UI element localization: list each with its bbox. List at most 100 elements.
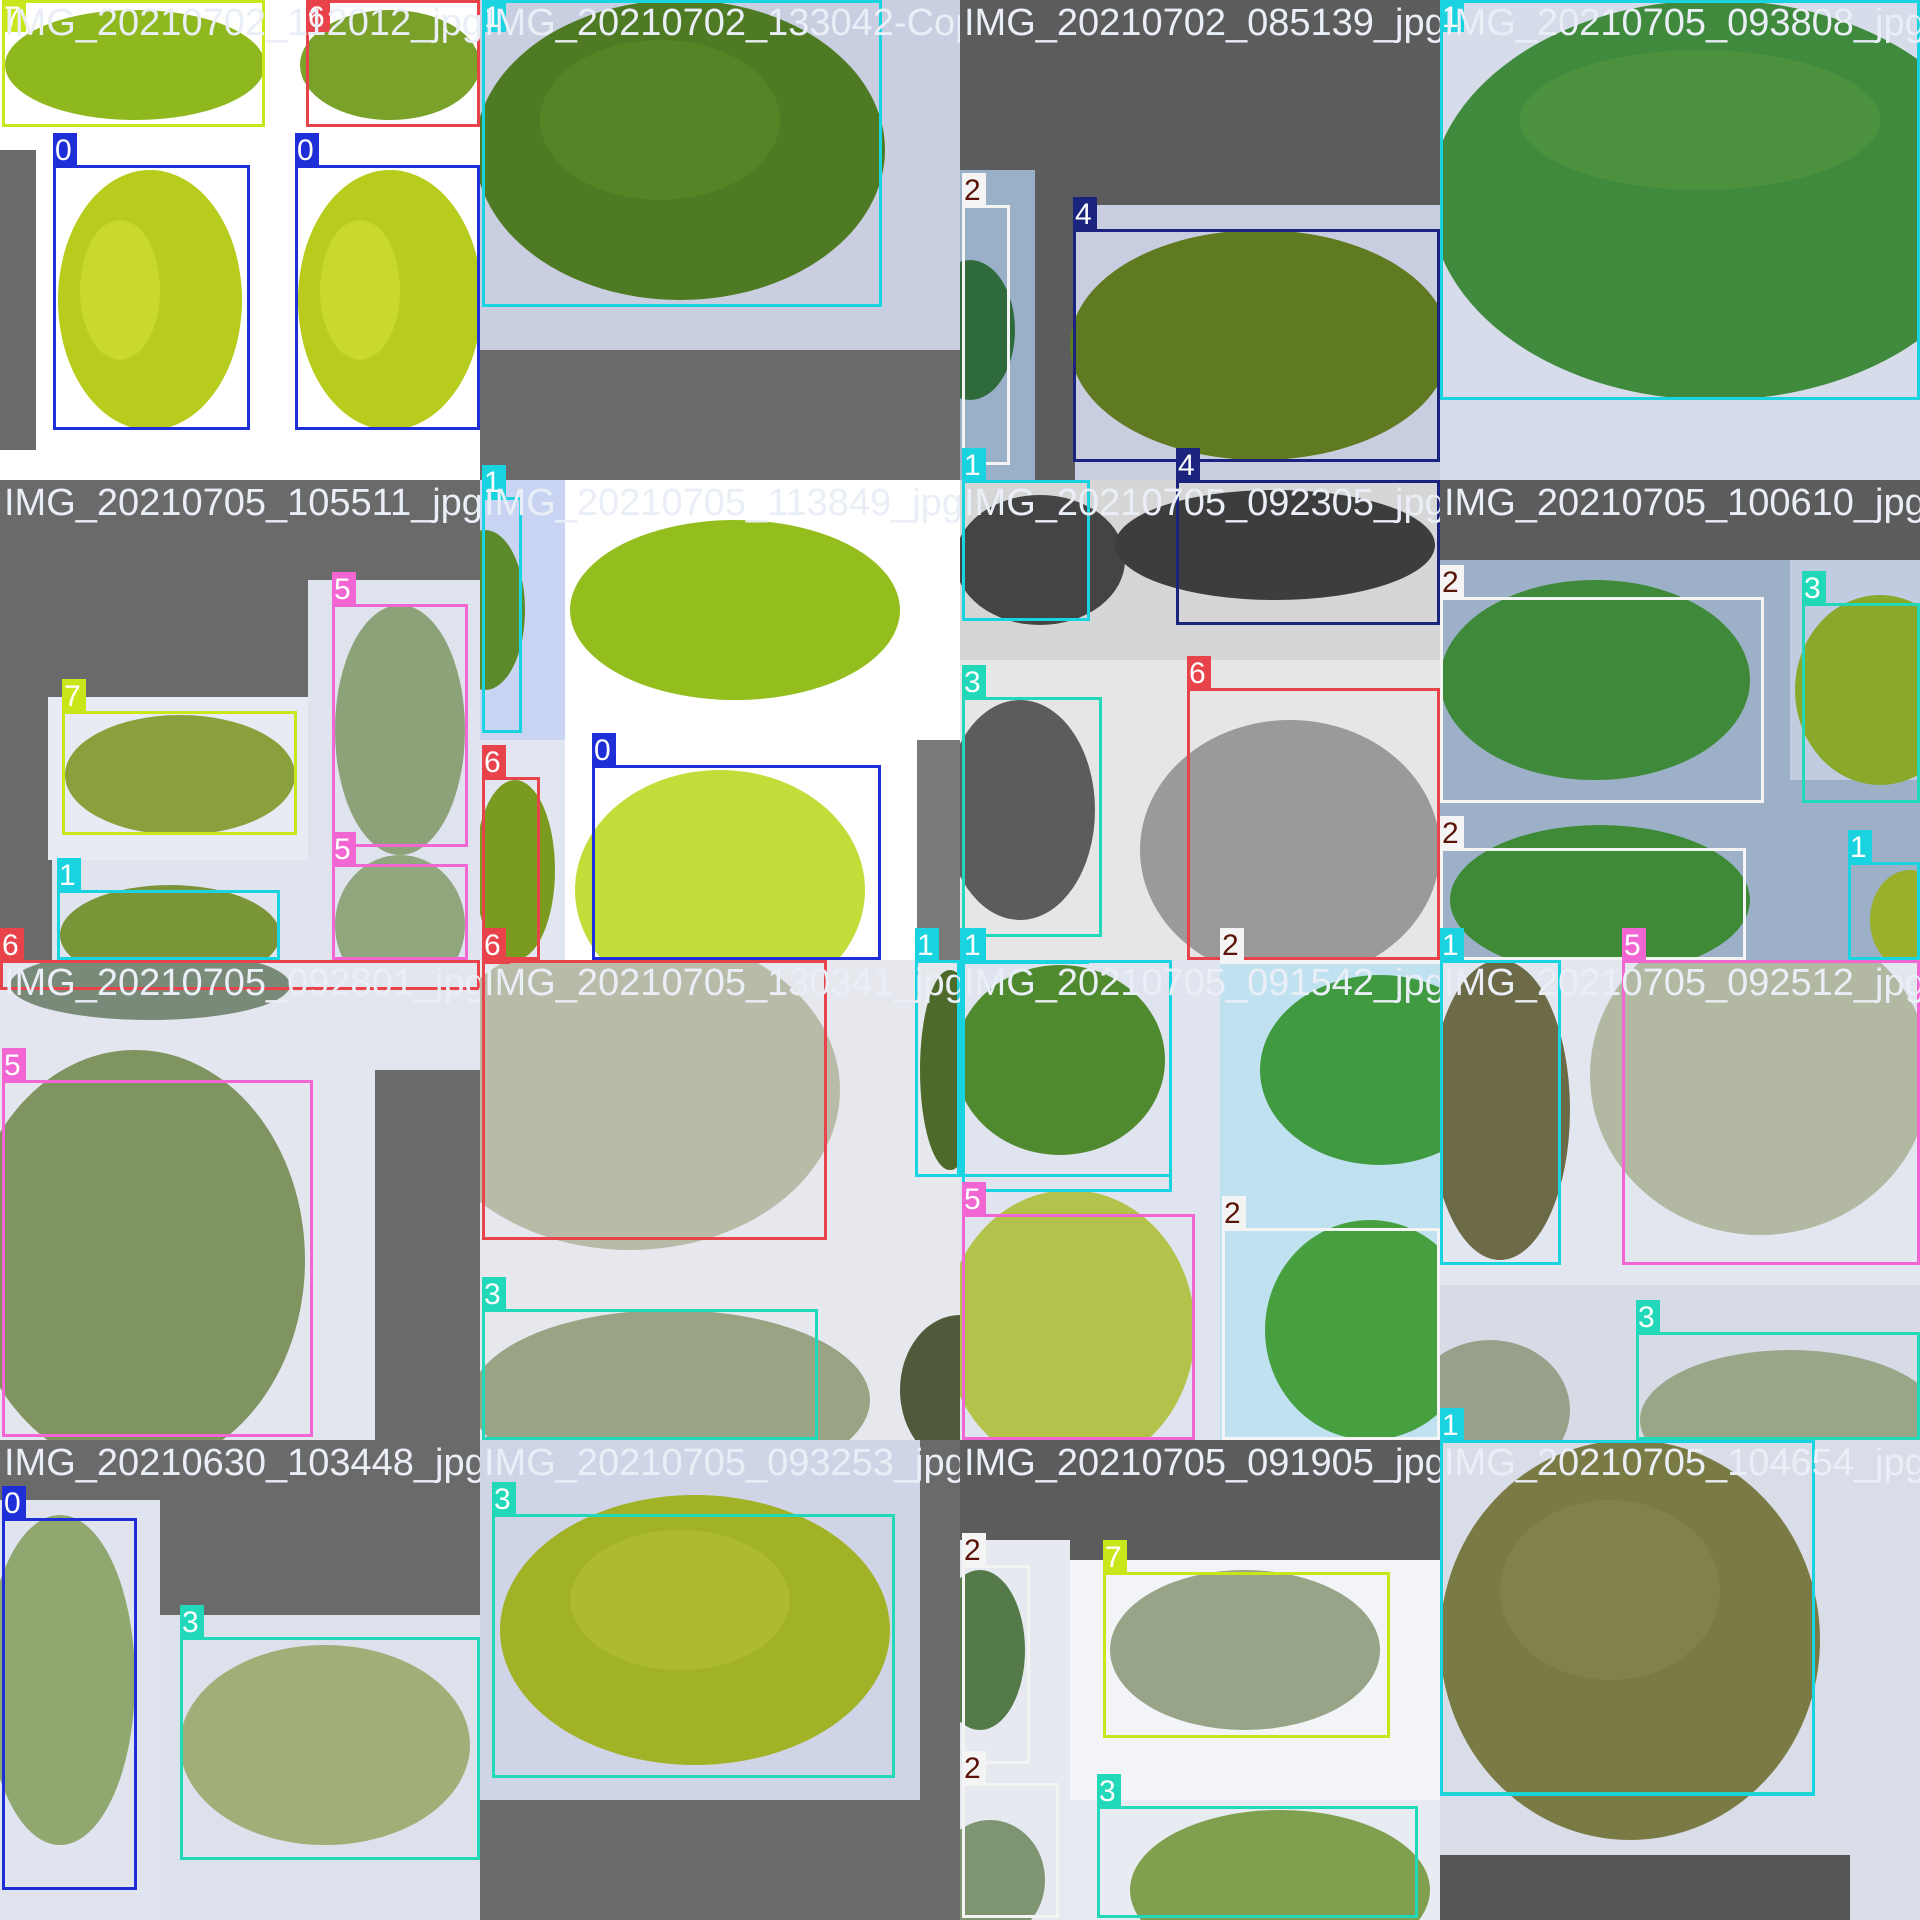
bounding-box bbox=[1440, 1440, 1815, 1795]
class-label: 6 bbox=[484, 929, 501, 962]
bounding-box bbox=[1440, 848, 1746, 960]
class-label: 3 bbox=[484, 1278, 501, 1311]
detection-box: 3 bbox=[1636, 1300, 1920, 1440]
detection-box: 1 bbox=[962, 448, 1090, 621]
class-label: 0 bbox=[4, 1487, 21, 1520]
tile-title: IMG_20210702_112012_jpg bbox=[4, 2, 480, 44]
tile-title: IMG_20210705_100610_jpg bbox=[1444, 482, 1920, 524]
detection-box: 3 bbox=[482, 1277, 818, 1440]
tile-title: IMG_20210702_133042-Copy_jpg bbox=[484, 2, 960, 44]
class-label: 3 bbox=[1099, 1775, 1116, 1808]
bounding-box bbox=[1440, 597, 1764, 803]
detection-box: 1 bbox=[482, 0, 882, 307]
class-label: 1 bbox=[1850, 831, 1867, 864]
bounding-box bbox=[482, 0, 882, 307]
bounding-box bbox=[2, 1080, 313, 1437]
detection-box: 7 bbox=[62, 679, 297, 835]
detection-box: 5 bbox=[332, 572, 468, 847]
bounding-box bbox=[53, 165, 250, 430]
detection-box: 1 bbox=[1440, 0, 1920, 400]
bounding-box bbox=[332, 604, 468, 847]
bounding-box bbox=[1622, 960, 1920, 1265]
tile-title: IMG_20210705_130341_jpg bbox=[484, 962, 960, 1004]
detection-box: 1 bbox=[1848, 830, 1920, 960]
bounding-box bbox=[1848, 862, 1920, 960]
detection-box: 2 bbox=[962, 1533, 1030, 1764]
detection-box: 0 bbox=[2, 1486, 137, 1890]
class-label: 1 bbox=[1442, 1409, 1459, 1442]
tile-title: IMG_20210705_092801_jpg bbox=[4, 962, 480, 1004]
detection-box: 0 bbox=[295, 133, 480, 430]
bounding-box bbox=[2, 1518, 137, 1890]
class-label: 3 bbox=[1638, 1301, 1655, 1334]
bounding-box bbox=[332, 864, 468, 960]
bounding-box bbox=[482, 1309, 818, 1440]
bounding-box bbox=[1440, 960, 1561, 1265]
class-label: 2 bbox=[1222, 929, 1239, 962]
class-label: 5 bbox=[334, 833, 351, 866]
detection-box: 4 bbox=[1176, 448, 1440, 625]
bounding-box bbox=[962, 1565, 1030, 1764]
class-label: 1 bbox=[964, 449, 981, 482]
bounding-box bbox=[1187, 688, 1440, 960]
detection-box: 6 bbox=[1187, 656, 1440, 960]
bounding-box bbox=[57, 890, 280, 960]
tile-title: IMG_20210705_113849_jpg bbox=[484, 482, 960, 524]
class-label: 2 bbox=[1442, 566, 1459, 599]
class-label: 7 bbox=[64, 680, 81, 713]
detection-box: 5 bbox=[2, 1048, 313, 1437]
detection-box: 5 bbox=[962, 1182, 1195, 1440]
bounding-box bbox=[962, 1214, 1195, 1440]
detection-box: 2 bbox=[962, 173, 1010, 465]
bounding-box bbox=[1636, 1332, 1920, 1440]
tile-title: IMG_20210705_091905_jpg bbox=[964, 1442, 1440, 1484]
bounding-box bbox=[1440, 1440, 1815, 1796]
detection-box: 2 bbox=[1222, 1196, 1440, 1440]
bounding-box bbox=[1103, 1572, 1390, 1738]
detection-box: 2 bbox=[962, 1751, 1059, 1918]
class-label: 3 bbox=[1804, 572, 1821, 605]
detection-overlay: 7600124117551614606111362232165631521533… bbox=[0, 0, 1920, 1918]
detection-box: 3 bbox=[1097, 1774, 1418, 1918]
class-label: 2 bbox=[964, 1752, 981, 1785]
class-label: 3 bbox=[182, 1606, 199, 1639]
detection-box: 4 bbox=[1073, 197, 1440, 462]
class-label: 6 bbox=[484, 746, 501, 779]
bounding-box bbox=[62, 711, 297, 835]
class-label: 5 bbox=[964, 1183, 981, 1216]
class-label: 0 bbox=[297, 134, 314, 167]
class-label: 1 bbox=[59, 859, 76, 892]
bounding-box bbox=[962, 1783, 1059, 1918]
tile-title: IMG_20210705_092512_jpg bbox=[1444, 962, 1920, 1004]
class-label: 7 bbox=[1105, 1541, 1122, 1574]
class-label: 1 bbox=[1442, 929, 1459, 962]
detection-mosaic: IMG_20210702_112012_jpg IMG_20210702_133… bbox=[0, 0, 1920, 1920]
tile-title: IMG_20210705_105511_jpg bbox=[4, 482, 480, 524]
class-label: 2 bbox=[964, 1534, 981, 1567]
class-label: 1 bbox=[964, 929, 981, 962]
tile-title: IMG_20210702_085139_jpg bbox=[964, 2, 1440, 44]
class-label: 5 bbox=[334, 573, 351, 606]
detection-box: 3 bbox=[962, 665, 1102, 937]
detection-box: 0 bbox=[592, 733, 881, 960]
tile-title: IMG_20210705_093253_jpg bbox=[484, 1442, 960, 1484]
class-label: 2 bbox=[1442, 817, 1459, 850]
bounding-box bbox=[1073, 229, 1440, 462]
class-label: 4 bbox=[1178, 449, 1195, 482]
bounding-box bbox=[1222, 1228, 1440, 1440]
bounding-box bbox=[1440, 0, 1920, 400]
class-label: 6 bbox=[2, 929, 19, 962]
class-label: 1 bbox=[917, 929, 934, 962]
bounding-box bbox=[962, 205, 1010, 465]
bounding-box bbox=[492, 1514, 895, 1778]
tile-title: IMG_20210705_092305_jpg bbox=[964, 482, 1440, 524]
class-label: 6 bbox=[1189, 657, 1206, 690]
detection-box: 2 bbox=[1440, 816, 1746, 960]
detection-box: 3 bbox=[1802, 571, 1920, 803]
detection-box: 3 bbox=[180, 1605, 480, 1860]
detection-box: 5 bbox=[332, 832, 468, 960]
class-label: 5 bbox=[1624, 929, 1641, 962]
detection-box: 0 bbox=[53, 133, 250, 430]
bounding-box bbox=[962, 697, 1102, 937]
detection-box: 6 bbox=[482, 745, 540, 960]
